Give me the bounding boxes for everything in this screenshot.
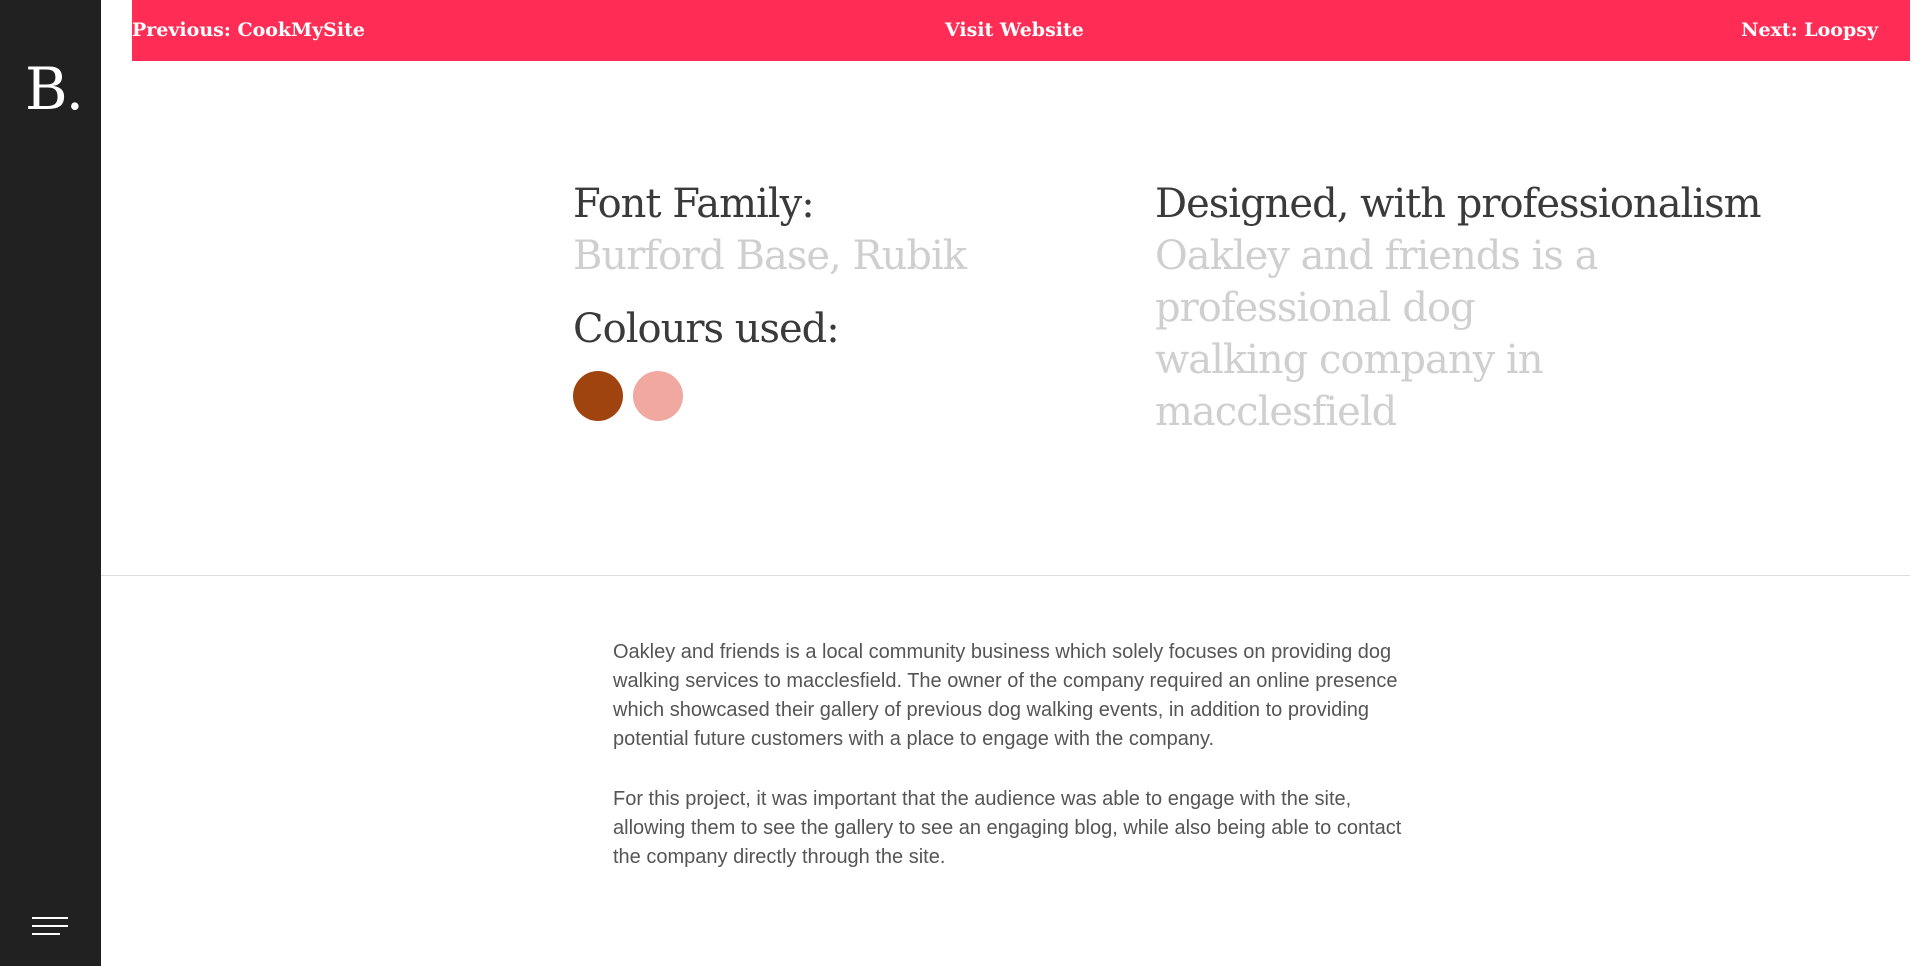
design-description-line: walking company in [1155,337,1544,383]
colour-swatch [633,371,683,421]
description-line: potential future customers with a place … [613,728,1215,750]
project-nav-bar: Previous: CookMySite Visit Website Next:… [132,0,1910,61]
font-family-heading: Font Family: [573,181,815,227]
site-logo[interactable]: B. [25,54,84,124]
page-edge [1910,0,1920,966]
design-description-line: macclesfield [1155,389,1397,435]
description-line: walking services to macclesfield. The ow… [613,670,1398,692]
section-divider [101,575,1910,576]
description-paragraph-2: For this project, it was important that … [613,785,1413,872]
description-paragraph-1: Oakley and friends is a local community … [613,638,1413,754]
colours-heading: Colours used: [573,306,840,352]
colour-swatch [573,371,623,421]
design-heading: Designed, with professionalism [1155,181,1762,227]
description-line: which showcased their gallery of previou… [613,699,1369,721]
sidebar: B. [0,0,101,966]
description-line: allowing them to see the gallery to see … [613,817,1402,839]
design-description-line: professional dog [1155,285,1476,331]
font-family-value: Burford Base, Rubik [573,233,967,279]
design-description-line: Oakley and friends is a [1155,233,1598,279]
next-project-link[interactable]: Next: Loopsy [1741,19,1878,41]
hamburger-menu-icon[interactable] [32,917,68,937]
previous-project-link[interactable]: Previous: CookMySite [132,19,365,41]
design-description: Oakley and friends is a professional dog… [1155,230,1598,438]
description-line: the company directly through the site. [613,846,946,868]
project-details-section [101,61,1910,575]
description-line: For this project, it was important that … [613,788,1352,810]
visit-website-link[interactable]: Visit Website [945,19,1084,41]
description-line: Oakley and friends is a local community … [613,641,1392,663]
